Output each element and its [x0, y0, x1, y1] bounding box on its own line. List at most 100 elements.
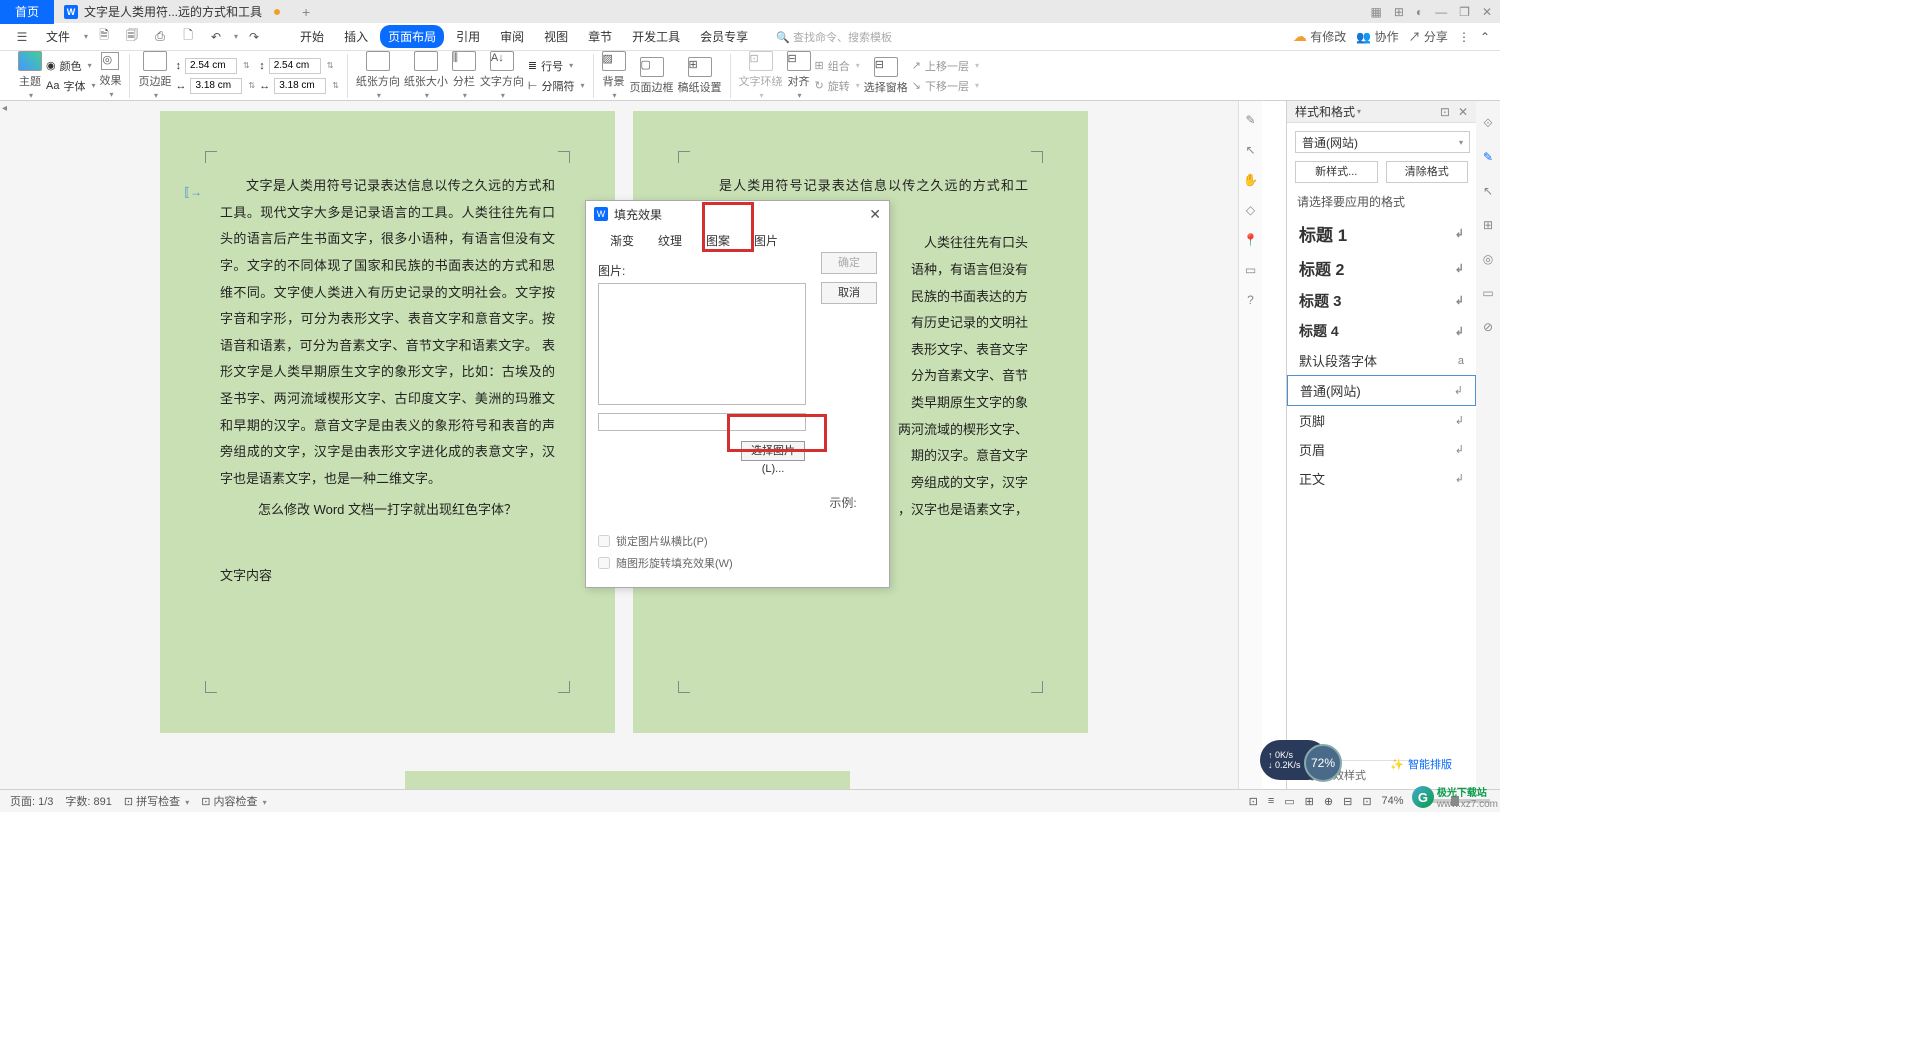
tab-texture[interactable]: 纹理	[646, 227, 694, 254]
file-dropdown-icon[interactable]: ▾	[84, 32, 88, 41]
book-icon[interactable]: ▭	[1245, 263, 1256, 277]
more-icon[interactable]: ⋮	[1458, 30, 1470, 44]
share-button[interactable]: ↗ 分享	[1409, 28, 1448, 45]
style-normal-web[interactable]: 普通(网站)↲	[1287, 375, 1476, 406]
effect-button[interactable]: ◎效果▾	[99, 52, 121, 99]
column-button[interactable]: ⫼分栏▾	[452, 51, 476, 100]
nav-icon[interactable]: ⊞	[1480, 217, 1496, 233]
view-mode-4-icon[interactable]: ⊞	[1305, 795, 1314, 808]
view-mode-3-icon[interactable]: ▭	[1284, 795, 1294, 808]
view-mode-6-icon[interactable]: ⊟	[1343, 795, 1352, 808]
margin-right-input[interactable]	[274, 78, 326, 94]
style-heading1[interactable]: 标题 1↲	[1287, 216, 1476, 251]
contentcheck-toggle[interactable]: ⊡ 内容检查 ▾	[201, 793, 266, 809]
menu-reference[interactable]: 引用	[448, 25, 488, 48]
style-heading2[interactable]: 标题 2↲	[1287, 251, 1476, 285]
tab-add[interactable]: +	[290, 4, 322, 20]
cancel-button[interactable]: 取消	[821, 282, 877, 304]
style-default-font[interactable]: 默认段落字体a	[1287, 346, 1476, 375]
menu-file[interactable]: 文件	[38, 25, 78, 48]
tab-picture[interactable]: 图片	[742, 227, 790, 254]
view-mode-2-icon[interactable]: ≡	[1268, 795, 1274, 807]
lock-ratio-checkbox[interactable]: 锁定图片纵横比(P)	[598, 533, 877, 549]
collab-button[interactable]: 👥 协作	[1356, 28, 1398, 45]
tab-document[interactable]: W 文字是人类用符...远的方式和工具	[54, 3, 290, 20]
color-button[interactable]: ◉ 颜色▾	[46, 58, 95, 74]
current-style-select[interactable]: 普通(网站)▾	[1295, 131, 1470, 153]
pencil-icon[interactable]: ✎	[1245, 113, 1255, 127]
view-mode-5-icon[interactable]: ⊕	[1324, 795, 1333, 808]
picture-path-input[interactable]	[598, 413, 806, 431]
textdir-button[interactable]: A↓文字方向▾	[480, 51, 524, 100]
close-icon[interactable]: ✕	[1482, 5, 1492, 19]
ok-button[interactable]: 确定	[821, 252, 877, 274]
location-icon[interactable]: ◎	[1480, 251, 1496, 267]
format-icon[interactable]: ✎	[1480, 149, 1496, 165]
help-icon[interactable]: ⊘	[1480, 319, 1496, 335]
orientation-button[interactable]: 纸张方向▾	[356, 51, 400, 100]
help-icon[interactable]: ?	[1247, 293, 1254, 307]
save-icon[interactable]: 🗎	[96, 29, 112, 45]
cursor-icon[interactable]: ↖	[1245, 143, 1255, 157]
spellcheck-toggle[interactable]: ⊡ 拼写检查 ▾	[124, 793, 189, 809]
undo-dropdown-icon[interactable]: ▾	[234, 32, 238, 41]
print-icon[interactable]: ⎙	[152, 29, 168, 45]
select-icon[interactable]: ↖	[1480, 183, 1496, 199]
page-indicator[interactable]: 页面: 1/3	[10, 793, 53, 809]
preview-icon[interactable]: 🗋	[180, 29, 196, 45]
separator-button[interactable]: ⊢ 分隔符▾	[528, 78, 585, 94]
tab-home[interactable]: 首页	[0, 0, 54, 24]
avatar-icon[interactable]: ◐	[1416, 5, 1423, 19]
pin-icon[interactable]: 📍	[1243, 233, 1258, 247]
redo-icon[interactable]: ↷	[246, 29, 262, 45]
paper-setting-button[interactable]: ⊞稿纸设置	[678, 57, 722, 95]
clear-format-button[interactable]: 清除格式	[1386, 161, 1469, 183]
selectpane-button[interactable]: ⊟选择窗格	[864, 57, 908, 95]
menu-section[interactable]: 章节	[580, 25, 620, 48]
panel-close-icon[interactable]: ✕	[1458, 105, 1468, 119]
pageborder-button[interactable]: ▢页面边框	[630, 57, 674, 95]
menu-devtools[interactable]: 开发工具	[624, 25, 688, 48]
hamburger-icon[interactable]: ☰	[14, 29, 30, 45]
tab-gradient[interactable]: 渐变	[598, 227, 646, 254]
background-button[interactable]: ▨背景▾	[602, 51, 626, 100]
dialog-close-icon[interactable]: ✕	[869, 206, 881, 223]
fit-icon[interactable]: ⊡	[1362, 795, 1371, 808]
zoom-level[interactable]: 74%	[1382, 795, 1404, 807]
style-header[interactable]: 页眉↲	[1287, 435, 1476, 464]
expand-icon[interactable]: ⌃	[1480, 30, 1490, 44]
menu-view[interactable]: 视图	[536, 25, 576, 48]
pin-icon[interactable]: ⊡	[1440, 105, 1450, 119]
rotate-button[interactable]: ↻ 旋转▾	[815, 78, 860, 94]
style-body[interactable]: 正文↲	[1287, 464, 1476, 493]
menu-member[interactable]: 会员专享	[692, 25, 756, 48]
style-icon[interactable]: ⟐	[1480, 115, 1496, 131]
tab-pattern[interactable]: 图案	[694, 227, 742, 254]
margin-left-input[interactable]	[190, 78, 242, 94]
style-heading4[interactable]: 标题 4↲	[1287, 316, 1476, 346]
grid-icon[interactable]: ▦	[1371, 5, 1382, 19]
style-heading3[interactable]: 标题 3↲	[1287, 285, 1476, 316]
theme-button[interactable]: 主题▾	[18, 51, 42, 100]
collapse-indicator-icon[interactable]: ◂	[2, 103, 7, 114]
align-button[interactable]: ⊟对齐▾	[787, 51, 811, 100]
new-style-button[interactable]: 新样式...	[1295, 161, 1378, 183]
margin-bottom-input[interactable]	[269, 58, 321, 74]
upone-button[interactable]: ↗ 上移一层▾	[912, 58, 979, 74]
view-mode-1-icon[interactable]: ⊡	[1249, 795, 1258, 808]
menu-insert[interactable]: 插入	[336, 25, 376, 48]
font-button[interactable]: Aa 字体▾	[46, 78, 95, 94]
menu-start[interactable]: 开始	[292, 25, 332, 48]
smart-layout-button[interactable]: ✨ 智能排版	[1390, 756, 1452, 772]
cloud-modify[interactable]: ☁ 有修改	[1293, 28, 1346, 45]
menu-pagelayout[interactable]: 页面布局	[380, 25, 444, 48]
layout-icon[interactable]: ▭	[1480, 285, 1496, 301]
hand-icon[interactable]: ✋	[1243, 173, 1258, 187]
menu-review[interactable]: 审阅	[492, 25, 532, 48]
apps-icon[interactable]: ⊞	[1394, 5, 1404, 19]
shape-icon[interactable]: ◇	[1246, 203, 1255, 217]
wrap-button[interactable]: ⊡文字环绕▾	[739, 51, 783, 100]
style-footer[interactable]: 页脚↲	[1287, 406, 1476, 435]
saveas-icon[interactable]: 🗐	[124, 29, 140, 45]
select-picture-button[interactable]: 选择图片(L)...	[741, 441, 805, 461]
